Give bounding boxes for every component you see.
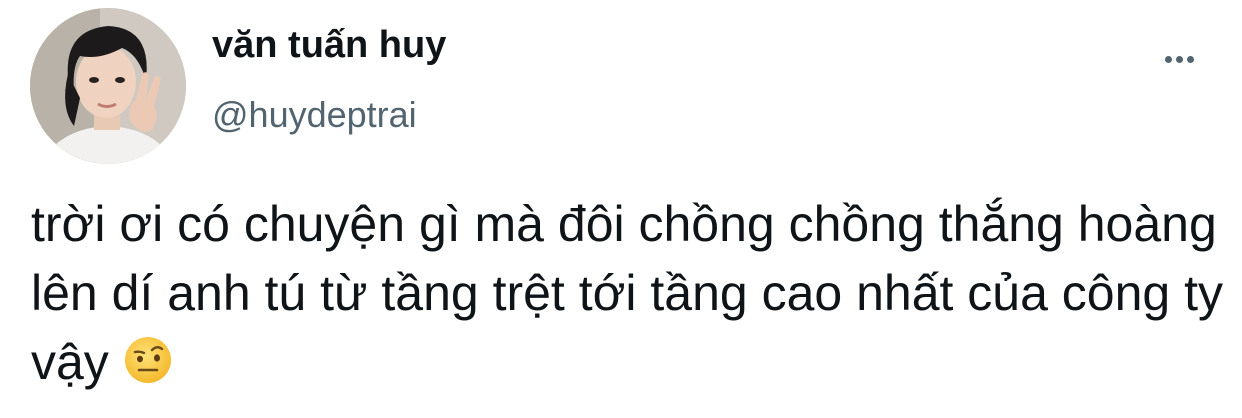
more-options-button[interactable] (1154, 44, 1204, 74)
author-display-name[interactable]: văn tuấn huy (212, 22, 446, 68)
tweet-text-content: trời ơi có chuyện gì mà đôi chồng chồng … (31, 196, 1224, 390)
tweet-card[interactable]: văn tuấn huy @huydeptrai trời ơi có chuy… (0, 0, 1242, 418)
profile-photo-icon (30, 8, 186, 164)
face-with-raised-eyebrow-icon (123, 334, 173, 384)
author-handle[interactable]: @huydeptrai (212, 92, 417, 138)
tweet-text: trời ơi có chuyện gì mà đôi chồng chồng … (31, 190, 1226, 397)
avatar[interactable] (30, 8, 186, 164)
ellipsis-icon (1163, 55, 1196, 63)
